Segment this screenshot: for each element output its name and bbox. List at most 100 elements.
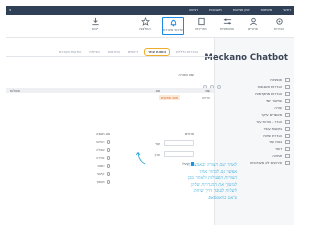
settings-icon <box>285 133 290 138</box>
tab-system-messages[interactable]: הודעות מערכת <box>57 49 83 55</box>
radio-label: בחירה <box>95 156 105 160</box>
radio-label: שאלה <box>96 148 105 152</box>
sidebar-item-label: בקשות עובד <box>263 126 282 131</box>
note-line: צ'אט בוואטסאפ <box>208 195 237 201</box>
tab-packages[interactable]: חבילות <box>87 49 101 55</box>
radio-icon <box>106 172 110 176</box>
form-name-label: שם הצורה <box>178 73 195 77</box>
column-header-type: סוג <box>155 88 160 93</box>
top-navigation-bar: צ ראשי משימות יומן פגישות חשבונות רגישה <box>6 6 294 15</box>
radio-icon <box>106 164 110 168</box>
radio-label: טופס <box>97 164 105 168</box>
radio-option[interactable]: שאלה <box>96 148 110 152</box>
import-icon <box>91 17 99 26</box>
sidebar-item-label: הגדרת שדות <box>263 133 282 138</box>
top-menu-item[interactable]: משימות <box>261 8 273 13</box>
icon-toolbar: הגדרות פרטיים אוטומציות מדריכים עדכוני מ… <box>6 15 294 38</box>
book-icon <box>197 17 205 26</box>
table-row[interactable]: עריכה מצב מתקדם <box>6 95 214 101</box>
topbar-corner-label: צ <box>9 8 12 12</box>
tool-private[interactable]: פרטיים <box>242 17 264 31</box>
sidebar-item-label: הגדר - צורות עזר <box>256 119 282 124</box>
radio-option[interactable]: בחירה <box>96 156 110 160</box>
radio-option[interactable]: הודעה <box>96 140 110 144</box>
user-icon <box>249 17 257 26</box>
tool-label: אוטומציות <box>219 27 235 31</box>
table-header: שם סוג פעולות <box>6 88 214 93</box>
tool-automations[interactable]: אוטומציות <box>216 17 238 31</box>
status-badge: מצב מתקדם <box>158 95 180 100</box>
tool-settings[interactable]: הגדרות <box>268 17 290 31</box>
sidebar-item[interactable]: בנות עזר <box>218 139 290 146</box>
settings-icon <box>285 85 290 90</box>
row-text: עריכה <box>201 95 210 100</box>
sidebar-item[interactable]: הגדרות חשבונות <box>218 84 290 91</box>
tool-guides[interactable]: מדריכים <box>190 17 212 31</box>
tool-recommendations[interactable]: המלצות <box>134 17 156 31</box>
top-menu-item[interactable]: רגישה <box>189 8 198 13</box>
sidebar-item-label: דואר <box>274 147 282 152</box>
sidebar-item-label: אופציות <box>270 78 282 83</box>
radio-icon <box>106 140 110 144</box>
settings-icon <box>285 154 290 159</box>
tool-label: מדריכים <box>195 27 207 31</box>
tool-label: ייבוא <box>91 27 99 31</box>
sidebar-item-label: שרשור יומי <box>266 99 282 104</box>
tab-reports[interactable]: דיווחים <box>126 49 140 55</box>
tab-assistant-flows[interactable]: נווטות עוזר <box>143 48 171 56</box>
radio-icon <box>106 180 110 184</box>
sidebar-item[interactable]: עזרה <box>218 105 290 112</box>
tool-label: הגדרות <box>273 27 285 31</box>
note-line: לשלוח לעובד דרך שיחת <box>193 189 237 195</box>
settings-icon <box>285 99 290 103</box>
sidebar-item-label: בנות עזר <box>268 140 282 145</box>
top-menu: ראשי משימות יומן פגישות חשבונות רגישה <box>189 8 291 13</box>
tool-system-updates[interactable]: עדכוני מערכת <box>162 17 184 35</box>
tool-import[interactable]: ייבוא <box>84 17 106 31</box>
radio-option[interactable]: קישור <box>97 172 110 176</box>
sidebar-title: Meckano Chatbot <box>204 53 288 63</box>
tool-label: עדכוני מערכת <box>163 28 183 32</box>
top-menu-item[interactable]: חשבונות <box>209 8 222 13</box>
sidebar-item[interactable]: מאשרים עיקר <box>218 111 290 118</box>
sidebar-item[interactable]: אופציות <box>218 77 290 84</box>
top-menu-item[interactable]: יומן פגישות <box>233 8 250 13</box>
tool-label: פרטיים <box>248 27 258 31</box>
sidebar-item-label: הגדרות מתקדמות <box>255 92 282 97</box>
note-line: הצורות הפעילות ולאחר מכן <box>187 176 237 182</box>
settings-icon <box>285 119 290 124</box>
sidebar-item[interactable]: הגדר - צורות עזר <box>218 118 290 125</box>
sidebar-item-label: הגדרות חשבונות <box>257 85 282 90</box>
radio-label: קישור <box>96 172 105 176</box>
radio-icon <box>106 156 110 160</box>
section-title: פרטים <box>185 132 194 136</box>
sidebar-item[interactable]: תמיכה <box>218 153 290 160</box>
settings-icon <box>285 106 290 110</box>
value-input[interactable] <box>164 151 194 157</box>
radio-option[interactable]: טופס <box>97 164 110 168</box>
radio-option[interactable]: מסמך <box>96 180 110 184</box>
sidebar-item[interactable]: שרשור יומי <box>218 98 290 105</box>
sliders-icon <box>223 18 231 25</box>
radio-icon <box>106 148 110 152</box>
code-label: קוד <box>154 142 160 146</box>
top-menu-item[interactable]: ראשי <box>283 8 291 13</box>
column-header-actions: פעולות <box>10 88 20 93</box>
value-label: ערך <box>154 153 160 157</box>
handwritten-note: לאחר שם הצורה ובאמצעות אפשר גם לבחור אחד… <box>139 163 237 203</box>
tab-alerts[interactable]: התראות <box>106 49 122 55</box>
code-input[interactable] <box>164 140 194 146</box>
sidebar-item[interactable]: הגדרת שדות <box>218 132 290 139</box>
tool-label: המלצות <box>139 27 151 31</box>
sidebar-item[interactable]: הגדרות מתקדמות <box>218 91 290 98</box>
settings-icon <box>285 161 290 165</box>
dot-icon <box>217 85 221 89</box>
gear-icon <box>275 18 283 25</box>
settings-icon <box>285 147 290 152</box>
sidebar-item[interactable]: בקשות עובד <box>218 125 290 132</box>
sidebar-item[interactable]: דואר <box>218 146 290 153</box>
note-line: לאחר שם הצורה ובאמצעות <box>187 163 237 168</box>
tab-general[interactable]: הגדרות כלליות <box>174 49 200 55</box>
tab-strip: הגדרות כלליות נווטות עוזר דיווחים התראות… <box>57 48 200 56</box>
settings-icon <box>285 126 290 131</box>
